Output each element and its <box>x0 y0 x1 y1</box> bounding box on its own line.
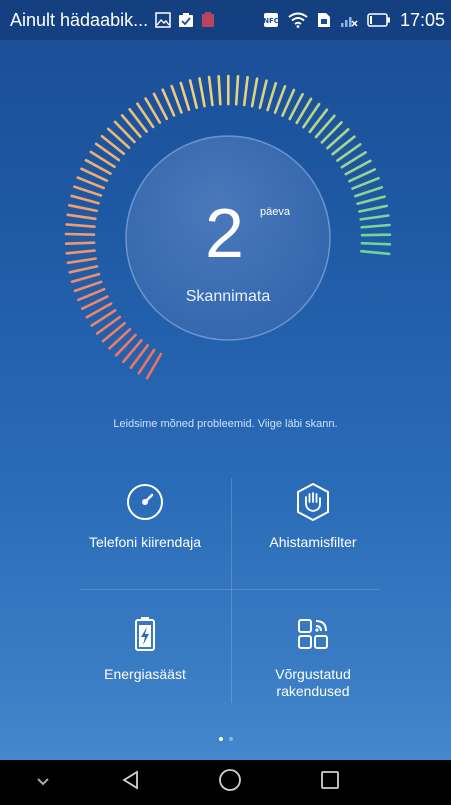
speedometer-icon <box>123 480 167 524</box>
home-icon <box>218 768 242 797</box>
page-dot-1[interactable] <box>218 737 223 741</box>
navigation-bar <box>0 760 451 805</box>
battery-charge-icon <box>123 612 167 656</box>
nfc-icon: NFC <box>263 12 279 28</box>
gauge-tick <box>73 280 103 293</box>
gauge-tick <box>359 214 390 221</box>
carrier-text: Ainult hädaabik... <box>10 9 149 30</box>
gauge-tick <box>65 223 96 228</box>
phone-manager-screen: Ainult hädaabik... NFC 17:05 2 päeva Ska… <box>0 0 451 805</box>
harassment-filter-label: Ahistamisfilter <box>269 534 357 550</box>
gauge-tick <box>242 75 249 107</box>
gauge-tick <box>76 176 105 190</box>
gauge-tick <box>360 233 392 237</box>
networked-apps-tile[interactable]: Võrgustatud rakendused <box>213 612 413 722</box>
gauge-tick <box>358 204 389 213</box>
collapse-button[interactable] <box>20 760 65 805</box>
gauge-tick <box>359 249 391 256</box>
gauge-tick <box>179 81 191 112</box>
gauge-tick <box>351 176 380 190</box>
gauge-tick <box>64 232 96 236</box>
harassment-filter-tile[interactable]: Ahistamisfilter <box>213 480 413 590</box>
status-left: Ainult hädaabik... <box>10 0 215 40</box>
gauge-tick <box>66 213 97 221</box>
svg-text:NFC: NFC <box>263 17 279 25</box>
gauge-tick <box>73 185 103 197</box>
days-unit: päeva <box>260 206 290 218</box>
feature-grid: Telefoni kiirendaja Ahistamisfilter Ener… <box>0 478 451 708</box>
back-icon <box>120 769 142 796</box>
networked-apps-label: Võrgustatud rakendused <box>213 666 413 700</box>
gauge-tick <box>170 84 183 114</box>
hand-shield-icon <box>291 480 335 524</box>
gauge-tick <box>217 75 222 106</box>
gauge-tick <box>68 265 99 274</box>
gauge-tick <box>77 287 106 302</box>
gauge-tick <box>65 249 96 255</box>
page-indicator <box>0 737 451 745</box>
image-icon <box>155 12 171 28</box>
clipboard-check-icon <box>178 12 194 28</box>
signal-icon <box>340 12 358 28</box>
back-button[interactable] <box>108 760 153 805</box>
sim-icon <box>317 12 331 28</box>
networked-apps-label-line2: rakendused <box>276 683 350 699</box>
scan-status-label[interactable]: Skannimata <box>130 288 326 306</box>
gauge-tick <box>360 241 392 246</box>
gauge-tick <box>70 272 101 284</box>
home-button[interactable] <box>207 760 252 805</box>
wifi-icon <box>288 12 308 28</box>
battery-icon <box>367 13 391 27</box>
gauge-tick <box>273 85 287 114</box>
gauge-tick <box>258 79 268 110</box>
gauge-tick <box>353 186 384 198</box>
gauge-tick <box>66 257 97 265</box>
networked-apps-label-line1: Võrgustatud <box>275 666 351 682</box>
gauge-tick <box>188 79 198 109</box>
recents-button[interactable] <box>307 760 352 805</box>
gauge-tick <box>70 194 100 205</box>
status-bar: Ainult hädaabik... NFC 17:05 <box>0 0 451 40</box>
gauge-tick <box>360 223 391 229</box>
networked-apps-icon <box>291 612 335 656</box>
page-dot-2[interactable] <box>228 737 233 741</box>
gauge-tick <box>356 195 386 205</box>
recents-icon <box>319 769 341 796</box>
gauge-tick <box>198 77 206 108</box>
scan-message: Leidsime mõned probleemid. Viige läbi sk… <box>113 418 338 430</box>
gauge-tick <box>250 77 259 108</box>
collapse-icon <box>36 774 50 792</box>
status-time: 17:05 <box>399 9 445 30</box>
gauge-tick <box>207 75 214 107</box>
gauge-tick <box>64 241 96 245</box>
battery-warning-icon <box>201 12 215 28</box>
gauge-tick <box>234 75 240 106</box>
status-right: NFC 17:05 <box>263 0 445 40</box>
days-since-scan: 2 <box>205 194 244 272</box>
gauge-tick <box>266 81 278 112</box>
gauge-tick <box>68 204 99 213</box>
